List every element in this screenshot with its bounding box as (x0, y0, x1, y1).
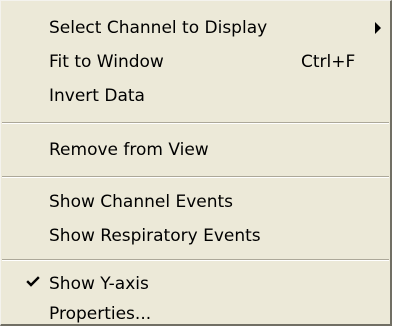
context-menu: Select Channel to Display Fit to Window … (0, 0, 392, 326)
menu-item-show-respiratory-events[interactable]: Show Respiratory Events (1, 219, 390, 253)
submenu-arrow-icon (375, 22, 381, 34)
menu-item-properties[interactable]: Properties... (1, 297, 390, 331)
menu-item-show-channel-events[interactable]: Show Channel Events (1, 185, 390, 219)
menu-item-label: Fit to Window (49, 52, 164, 72)
menu-item-label: Show Y-axis (49, 274, 149, 294)
menu-item-invert-data[interactable]: Invert Data (1, 79, 390, 113)
menu-item-fit-to-window[interactable]: Fit to Window Ctrl+F (1, 45, 390, 79)
menu-item-remove-from-view[interactable]: Remove from View (1, 133, 390, 167)
menu-separator (2, 122, 389, 124)
checkmark-icon-svg (26, 276, 40, 287)
menu-item-shortcut: Ctrl+F (301, 52, 356, 72)
menu-item-label: Show Channel Events (49, 192, 234, 212)
menu-item-label: Show Respiratory Events (49, 226, 261, 246)
menu-item-show-y-axis[interactable]: Show Y-axis (1, 267, 390, 301)
menu-separator (2, 176, 389, 178)
menu-item-label: Invert Data (49, 86, 145, 106)
menu-item-select-channel[interactable]: Select Channel to Display (1, 11, 390, 45)
checkmark-icon (23, 267, 43, 301)
menu-separator (2, 259, 389, 261)
menu-item-label: Select Channel to Display (49, 18, 268, 38)
menu-item-label: Remove from View (49, 140, 209, 160)
menu-item-label: Properties... (49, 304, 152, 324)
